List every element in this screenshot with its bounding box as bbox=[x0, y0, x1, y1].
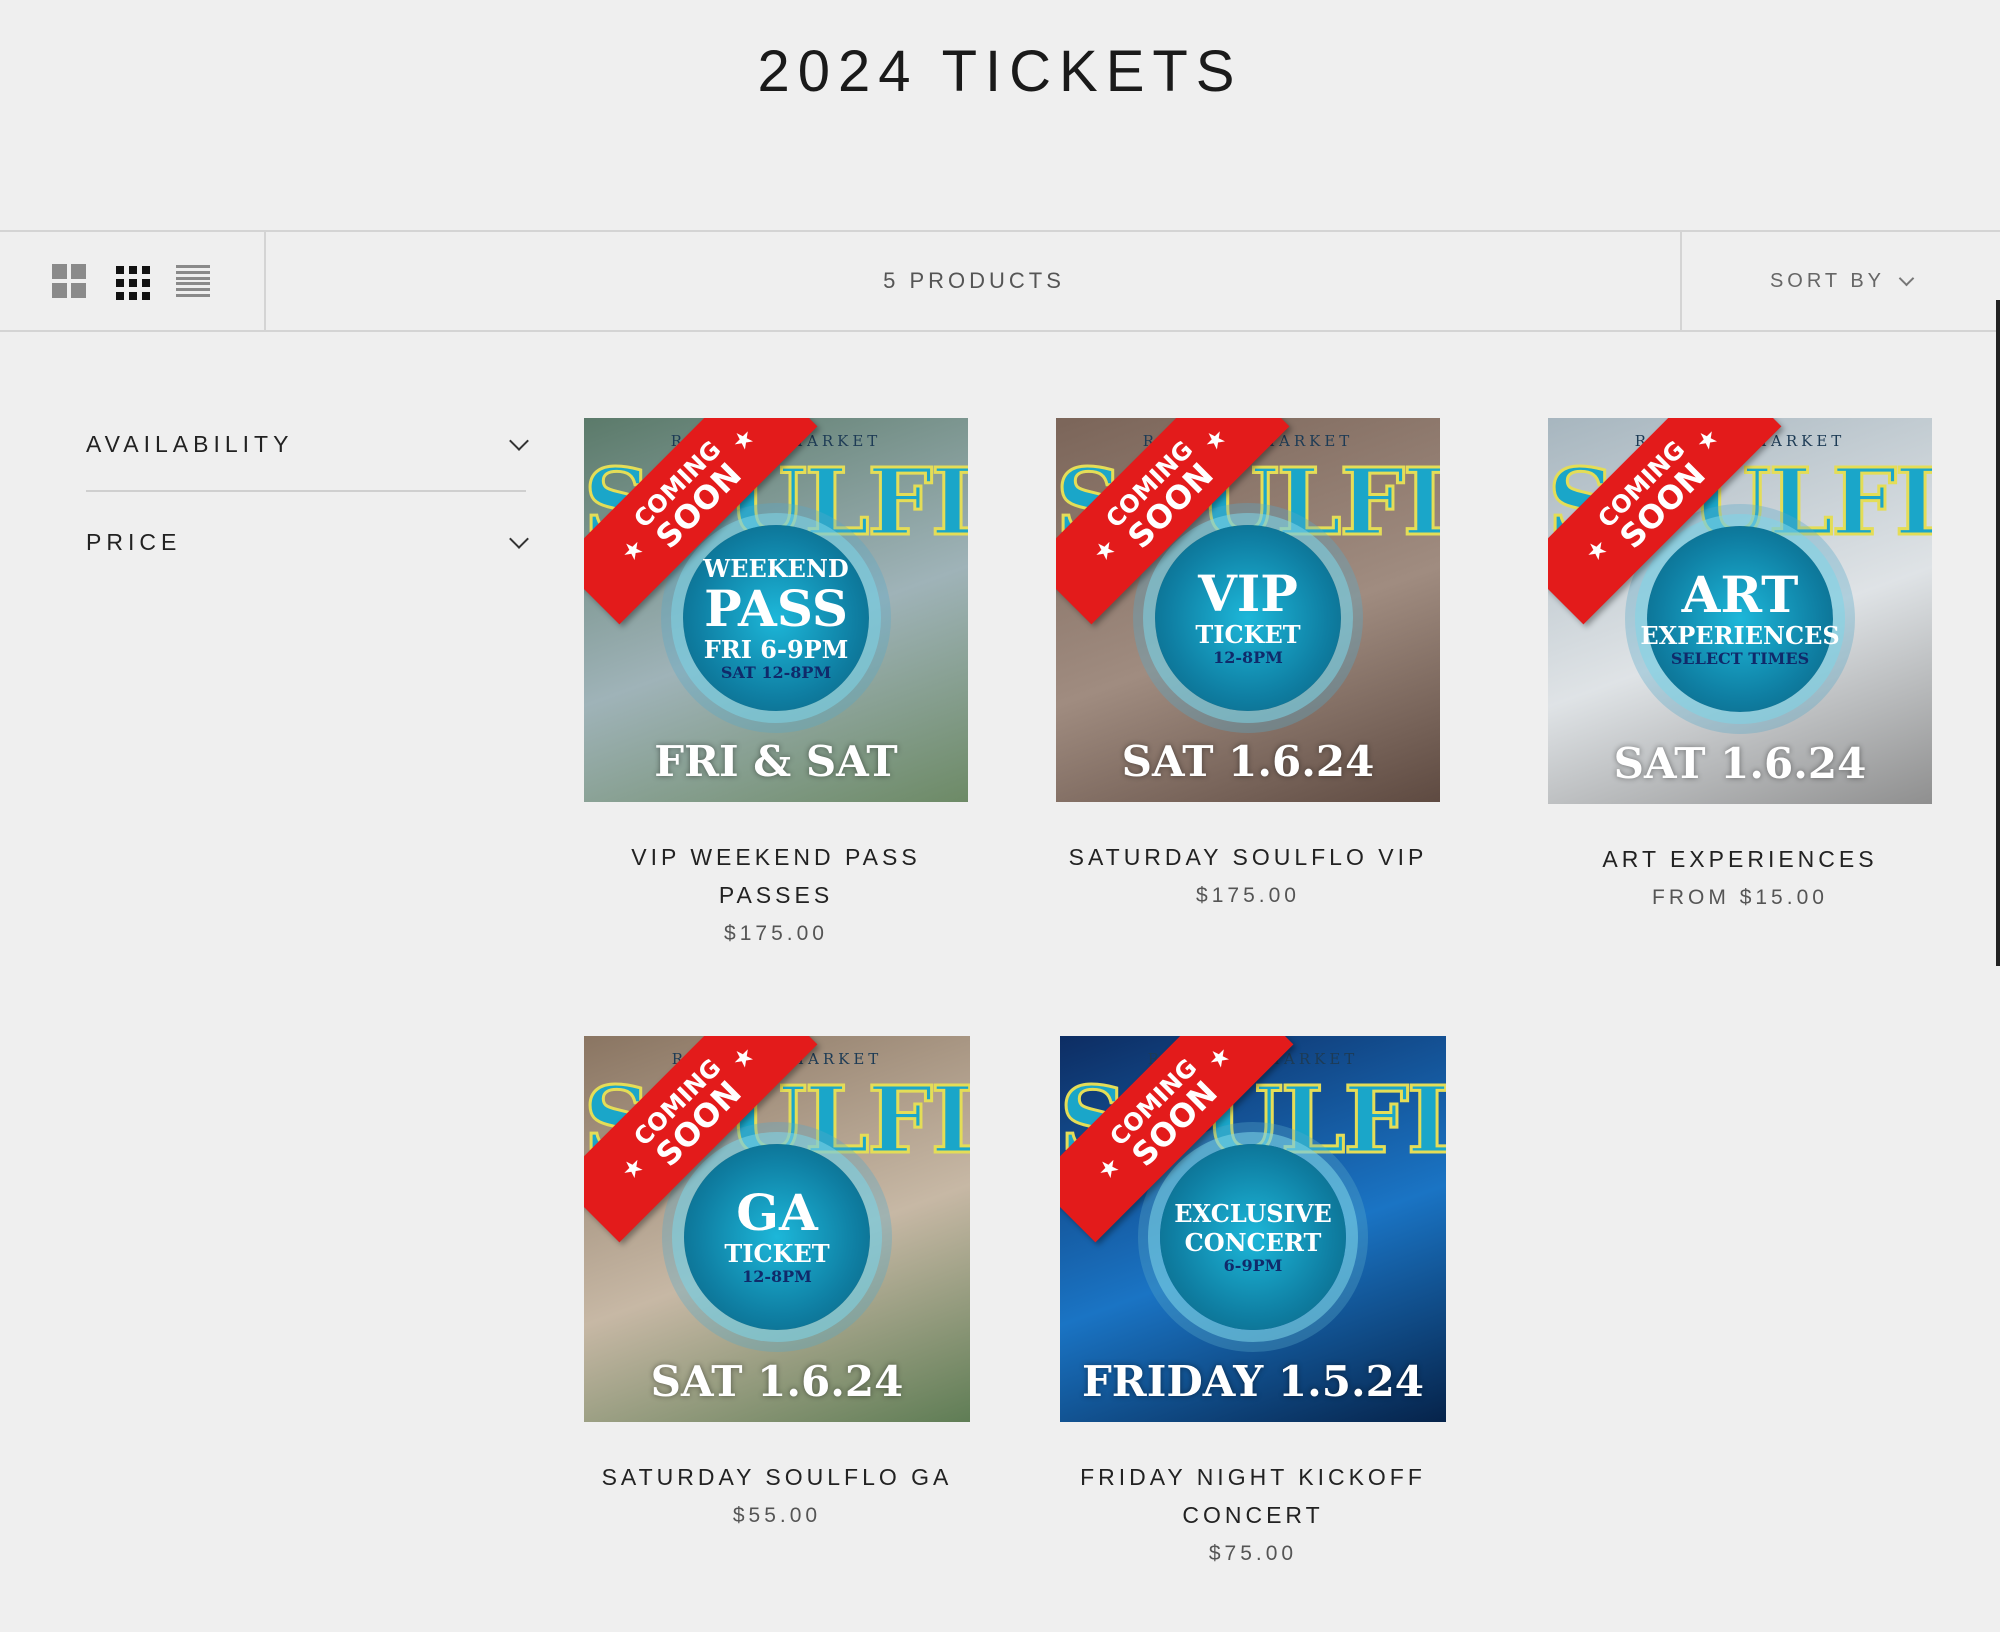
ring-line4: SAT 12-8PM bbox=[720, 662, 832, 682]
artwork-ring: ART EXPERIENCES SELECT TIMES bbox=[1640, 525, 1840, 712]
sort-by-button[interactable]: SORT BY bbox=[1680, 232, 2000, 330]
chevron-down-icon bbox=[509, 431, 529, 451]
product-card[interactable]: RAINBOW MARKETSOULFLOVIPTICKET12-8PMSAT … bbox=[1056, 418, 1440, 908]
ring-line3: EXPERIENCES bbox=[1640, 621, 1840, 651]
product-title[interactable]: SATURDAY SOULFLO GA bbox=[584, 1458, 970, 1496]
product-image[interactable]: RAINBOW MARKETSOULFLOWEEKENDPASSFRI 6-9P… bbox=[584, 418, 968, 802]
ticket-artwork: RAINBOW MARKETSOULFLOWEEKENDPASSFRI 6-9P… bbox=[584, 418, 968, 802]
product-image[interactable]: RAINBOW MARKETSOULFLOARTEXPERIENCESSELEC… bbox=[1548, 418, 1932, 804]
product-price: $175.00 bbox=[1196, 884, 1300, 907]
page-title: 2024 TICKETS bbox=[757, 39, 1243, 104]
layout-switcher bbox=[0, 232, 266, 330]
collection-toolbar: 5 PRODUCTS SORT BY bbox=[0, 230, 2000, 332]
ticket-artwork: RAINBOW MARKETSOULFLOEXCLUSIVECONCERT6-9… bbox=[1060, 1036, 1446, 1422]
product-title[interactable]: VIP WEEKEND PASS PASSES bbox=[584, 838, 968, 914]
filter-availability[interactable]: AVAILABILITY bbox=[86, 398, 529, 492]
product-price: $175.00 bbox=[724, 922, 828, 945]
ring-line3: TICKET bbox=[724, 1239, 830, 1269]
ring-line4: 12-8PM bbox=[742, 1267, 812, 1287]
product-image[interactable]: RAINBOW MARKETSOULFLOGATICKET12-8PMSAT 1… bbox=[584, 1036, 970, 1422]
grid-3x3-icon[interactable] bbox=[114, 264, 150, 300]
ticket-artwork: RAINBOW MARKETSOULFLOVIPTICKET12-8PMSAT … bbox=[1056, 418, 1440, 802]
chevron-down-icon bbox=[509, 529, 529, 549]
artwork-ring: WEEKEND PASS FRI 6-9PM SAT 12-8PM bbox=[683, 524, 869, 711]
star-icon: ★ bbox=[726, 422, 761, 457]
product-card[interactable]: RAINBOW MARKETSOULFLOARTEXPERIENCESSELEC… bbox=[1548, 418, 1932, 910]
product-price: $55.00 bbox=[732, 1504, 822, 1527]
star-icon: ★ bbox=[615, 1151, 650, 1186]
filter-label: AVAILABILITY bbox=[86, 430, 294, 457]
product-title[interactable]: SATURDAY SOULFLO VIP bbox=[1056, 838, 1440, 876]
filter-sidebar: AVAILABILITY PRICE bbox=[86, 398, 529, 580]
ring-line2: ART bbox=[1681, 565, 1799, 625]
ticket-artwork: RAINBOW MARKETSOULFLOGATICKET12-8PMSAT 1… bbox=[584, 1036, 970, 1422]
artwork-ring: VIP TICKET 12-8PM bbox=[1155, 524, 1341, 711]
product-title[interactable]: FRIDAY NIGHT KICKOFF CONCERT bbox=[1060, 1458, 1446, 1534]
ring-line2: VIP bbox=[1198, 564, 1298, 624]
artwork-date: SAT 1.6.24 bbox=[650, 1357, 904, 1406]
star-icon: ★ bbox=[1202, 1040, 1237, 1075]
product-card[interactable]: RAINBOW MARKETSOULFLOEXCLUSIVECONCERT6-9… bbox=[1060, 1036, 1446, 1566]
ring-line3: FRI 6-9PM bbox=[703, 634, 849, 664]
scrollbar[interactable] bbox=[1996, 300, 2000, 966]
star-icon: ★ bbox=[1091, 1151, 1126, 1186]
product-card[interactable]: RAINBOW MARKETSOULFLOGATICKET12-8PMSAT 1… bbox=[584, 1036, 970, 1528]
ring-line3: CONCERT bbox=[1184, 1227, 1322, 1257]
ring-line1: EXCLUSIVE bbox=[1174, 1198, 1332, 1228]
star-icon: ★ bbox=[615, 533, 650, 568]
product-title[interactable]: ART EXPERIENCES bbox=[1548, 840, 1932, 878]
ring-line2: GA bbox=[736, 1183, 818, 1243]
product-count: 5 PRODUCTS bbox=[883, 268, 1065, 293]
product-card[interactable]: RAINBOW MARKETSOULFLOWEEKENDPASSFRI 6-9P… bbox=[584, 418, 968, 946]
ticket-artwork: RAINBOW MARKETSOULFLOARTEXPERIENCESSELEC… bbox=[1548, 418, 1932, 804]
product-image[interactable]: RAINBOW MARKETSOULFLOEXCLUSIVECONCERT6-9… bbox=[1060, 1036, 1446, 1422]
artwork-date: SAT 1.6.24 bbox=[1613, 739, 1867, 788]
filter-label: PRICE bbox=[86, 528, 182, 555]
artwork-date: FRIDAY 1.5.24 bbox=[1081, 1357, 1425, 1406]
ring-line3: TICKET bbox=[1195, 620, 1301, 650]
star-icon: ★ bbox=[1690, 422, 1725, 457]
artwork-date: SAT 1.6.24 bbox=[1121, 737, 1375, 786]
ring-line4: 12-8PM bbox=[1213, 648, 1283, 668]
star-icon: ★ bbox=[1198, 422, 1233, 457]
ring-line4: 6-9PM bbox=[1223, 1255, 1283, 1275]
filter-price[interactable]: PRICE bbox=[86, 504, 529, 580]
ring-line2: PASS bbox=[704, 578, 848, 638]
product-price: FROM $15.00 bbox=[1652, 886, 1828, 909]
artwork-ring: GA TICKET 12-8PM bbox=[684, 1143, 870, 1330]
product-image[interactable]: RAINBOW MARKETSOULFLOVIPTICKET12-8PMSAT … bbox=[1056, 418, 1440, 802]
star-icon: ★ bbox=[1579, 533, 1614, 568]
artwork-date: FRI & SAT bbox=[654, 737, 898, 786]
star-icon: ★ bbox=[1087, 533, 1122, 568]
star-icon: ★ bbox=[726, 1040, 761, 1075]
sort-by-label: SORT BY bbox=[1769, 269, 1886, 292]
product-price: $75.00 bbox=[1208, 1542, 1298, 1565]
chevron-down-icon bbox=[1898, 270, 1915, 287]
list-icon[interactable] bbox=[176, 264, 210, 298]
artwork-ring: EXCLUSIVE CONCERT 6-9PM bbox=[1160, 1143, 1346, 1330]
grid-2x2-icon[interactable] bbox=[52, 264, 86, 298]
ring-line4: SELECT TIMES bbox=[1670, 649, 1810, 669]
